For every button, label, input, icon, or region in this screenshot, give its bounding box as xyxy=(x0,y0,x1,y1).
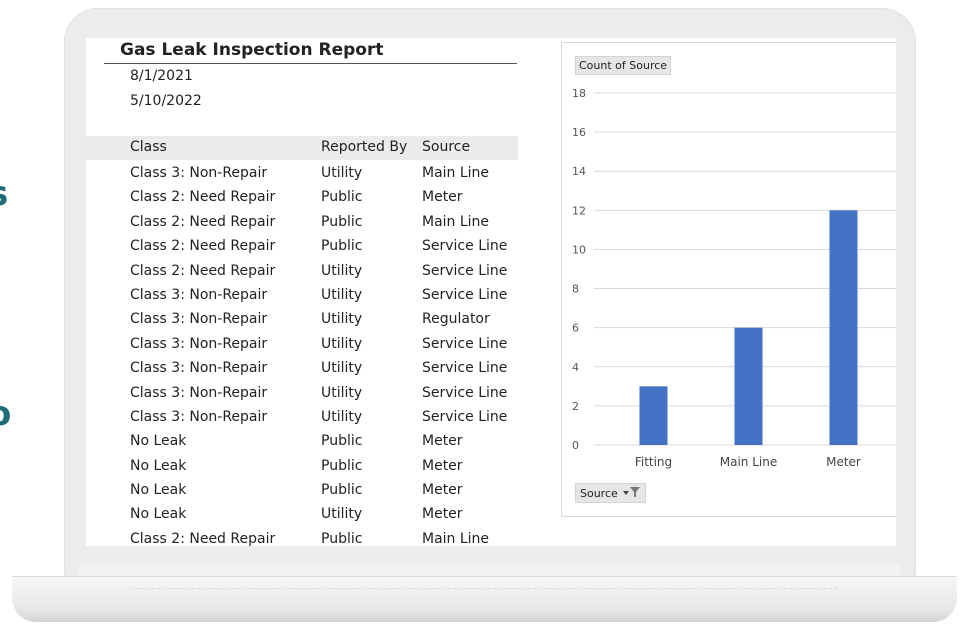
cell-source: Meter xyxy=(422,457,463,474)
count-of-source-field-button[interactable]: Count of Source xyxy=(575,56,672,75)
cell-class: Class 2: Need Repair xyxy=(130,189,276,206)
table-row[interactable]: No Leak Public Meter xyxy=(86,455,518,479)
table-row[interactable]: Class 3: Non-Repair Utility Service Line xyxy=(86,357,518,381)
chart-canvas: 0 2 4 6 8 10 12 14 16 18 Fitting Main Line Meter xyxy=(572,87,896,469)
table-row[interactable]: Class 3: Non-Repair Utility Service Line xyxy=(86,333,518,357)
cell-reported-by: Public xyxy=(321,433,363,450)
pivot-chart[interactable]: 0 2 4 6 8 10 12 14 16 18 Fitting Main Line Meter Cou… xyxy=(561,42,896,517)
y-tick-label: 8 xyxy=(572,283,579,296)
source-field-button[interactable]: Source xyxy=(575,483,647,503)
bar-main-line[interactable] xyxy=(734,327,763,445)
report-title: Gas Leak Inspection Report xyxy=(120,40,384,60)
cell-source: Service Line xyxy=(422,286,508,303)
cell-reported-by: Utility xyxy=(321,262,363,279)
background-letter-o: o xyxy=(0,394,11,434)
y-tick-label: 6 xyxy=(572,322,579,335)
cell-source: Meter xyxy=(422,506,463,523)
cell-reported-by: Utility xyxy=(321,408,363,425)
cell-reported-by: Public xyxy=(321,238,363,255)
y-tick-label: 12 xyxy=(572,204,586,217)
y-tick-label: 2 xyxy=(572,400,579,413)
cell-reported-by: Public xyxy=(321,189,363,206)
x-category-label: Main Line xyxy=(720,455,777,469)
table-row[interactable]: Class 2: Need Repair Public Meter xyxy=(86,186,518,210)
column-header-source[interactable]: Source xyxy=(422,139,470,155)
cell-reported-by: Public xyxy=(321,457,363,474)
source-field-label: Source xyxy=(580,487,618,500)
table-row[interactable]: No Leak Public Meter xyxy=(86,430,518,454)
x-category-label: Meter xyxy=(826,455,861,469)
cell-reported-by: Public xyxy=(321,213,363,230)
cell-class: No Leak xyxy=(130,482,187,499)
y-tick-label: 0 xyxy=(572,439,579,452)
table-row[interactable]: Class 2: Need Repair Public Service Line xyxy=(86,235,518,259)
bar-meter[interactable] xyxy=(829,210,858,445)
y-tick-label: 14 xyxy=(572,165,586,178)
table-row[interactable]: No Leak Public Meter xyxy=(86,479,518,503)
column-header-class[interactable]: Class xyxy=(130,139,167,155)
cell-reported-by: Public xyxy=(321,530,363,546)
x-category-label: Fitting xyxy=(635,455,672,469)
cell-reported-by: Utility xyxy=(321,384,363,401)
table-row[interactable]: Class 3: Non-Repair Utility Service Line xyxy=(86,382,518,406)
table-row[interactable]: Class 3: Non-Repair Utility Service Line xyxy=(86,406,518,430)
cell-class: No Leak xyxy=(130,506,187,523)
laptop-screen: Gas Leak Inspection Report 8/1/2021 5/10… xyxy=(86,38,896,546)
laptop-base xyxy=(12,576,957,622)
cell-class: Class 2: Need Repair xyxy=(130,262,276,279)
cell-source: Main Line xyxy=(422,165,490,181)
cell-reported-by: Utility xyxy=(321,165,363,181)
cell-source: Meter xyxy=(422,433,463,450)
cell-class: No Leak xyxy=(130,433,187,450)
cell-source: Service Line xyxy=(422,238,508,255)
cell-reported-by: Utility xyxy=(321,286,363,303)
report-start-date: 8/1/2021 xyxy=(130,68,193,84)
cell-class: Class 3: Non-Repair xyxy=(130,286,268,303)
cell-class: Class 3: Non-Repair xyxy=(130,384,268,401)
filter-dropdown-icon[interactable] xyxy=(621,486,641,498)
table-row[interactable]: Class 2: Need Repair Public Main Line xyxy=(86,211,518,235)
cell-class: Class 3: Non-Repair xyxy=(130,335,268,352)
table-row[interactable]: Class 3: Non-Repair Utility Regulator xyxy=(86,308,518,332)
cell-source: Meter xyxy=(422,482,463,499)
report-end-date: 5/10/2022 xyxy=(130,93,202,109)
table-row[interactable]: Class 3: Non-Repair Utility Service Line xyxy=(86,284,518,308)
y-tick-label: 18 xyxy=(572,87,586,100)
cell-class: Class 2: Need Repair xyxy=(130,238,276,255)
cell-reported-by: Utility xyxy=(321,506,363,523)
cell-class: Class 3: Non-Repair xyxy=(130,311,268,328)
cell-class: No Leak xyxy=(130,457,187,474)
cell-source: Main Line xyxy=(422,530,490,546)
cell-reported-by: Utility xyxy=(321,360,363,377)
background-letter-s: s xyxy=(0,174,8,214)
cell-source: Service Line xyxy=(422,360,508,377)
table-row[interactable]: No Leak Utility Meter xyxy=(86,503,518,527)
table-body: Class 3: Non-Repair Utility Main Line Class… xyxy=(86,162,518,546)
cell-class: Class 3: Non-Repair xyxy=(130,408,268,425)
table-row[interactable]: Class 2: Need Repair Public Main Line xyxy=(86,528,518,546)
cell-reported-by: Utility xyxy=(321,311,363,328)
cell-source: Meter xyxy=(422,189,463,206)
cell-reported-by: Public xyxy=(321,482,363,499)
title-underline xyxy=(104,63,517,64)
cell-source: Main Line xyxy=(422,213,490,230)
cell-source: Service Line xyxy=(422,384,508,401)
cell-source: Regulator xyxy=(422,311,490,328)
cell-source: Service Line xyxy=(422,408,508,425)
table-row[interactable]: Class 2: Need Repair Utility Service Line xyxy=(86,260,518,284)
cell-class: Class 3: Non-Repair xyxy=(130,360,268,377)
cell-class: Class 2: Need Repair xyxy=(130,530,276,546)
cell-source: Service Line xyxy=(422,335,508,352)
cell-class: Class 2: Need Repair xyxy=(130,213,276,230)
y-tick-label: 4 xyxy=(572,361,579,374)
column-header-reported-by[interactable]: Reported By xyxy=(321,139,407,155)
cell-source: Service Line xyxy=(422,262,508,279)
table-row[interactable]: Class 3: Non-Repair Utility Main Line xyxy=(86,162,518,186)
y-tick-label: 16 xyxy=(572,126,586,139)
bar-fitting[interactable] xyxy=(639,386,668,445)
cell-reported-by: Utility xyxy=(321,335,363,352)
cell-class: Class 3: Non-Repair xyxy=(130,165,268,181)
y-tick-label: 10 xyxy=(572,243,586,256)
